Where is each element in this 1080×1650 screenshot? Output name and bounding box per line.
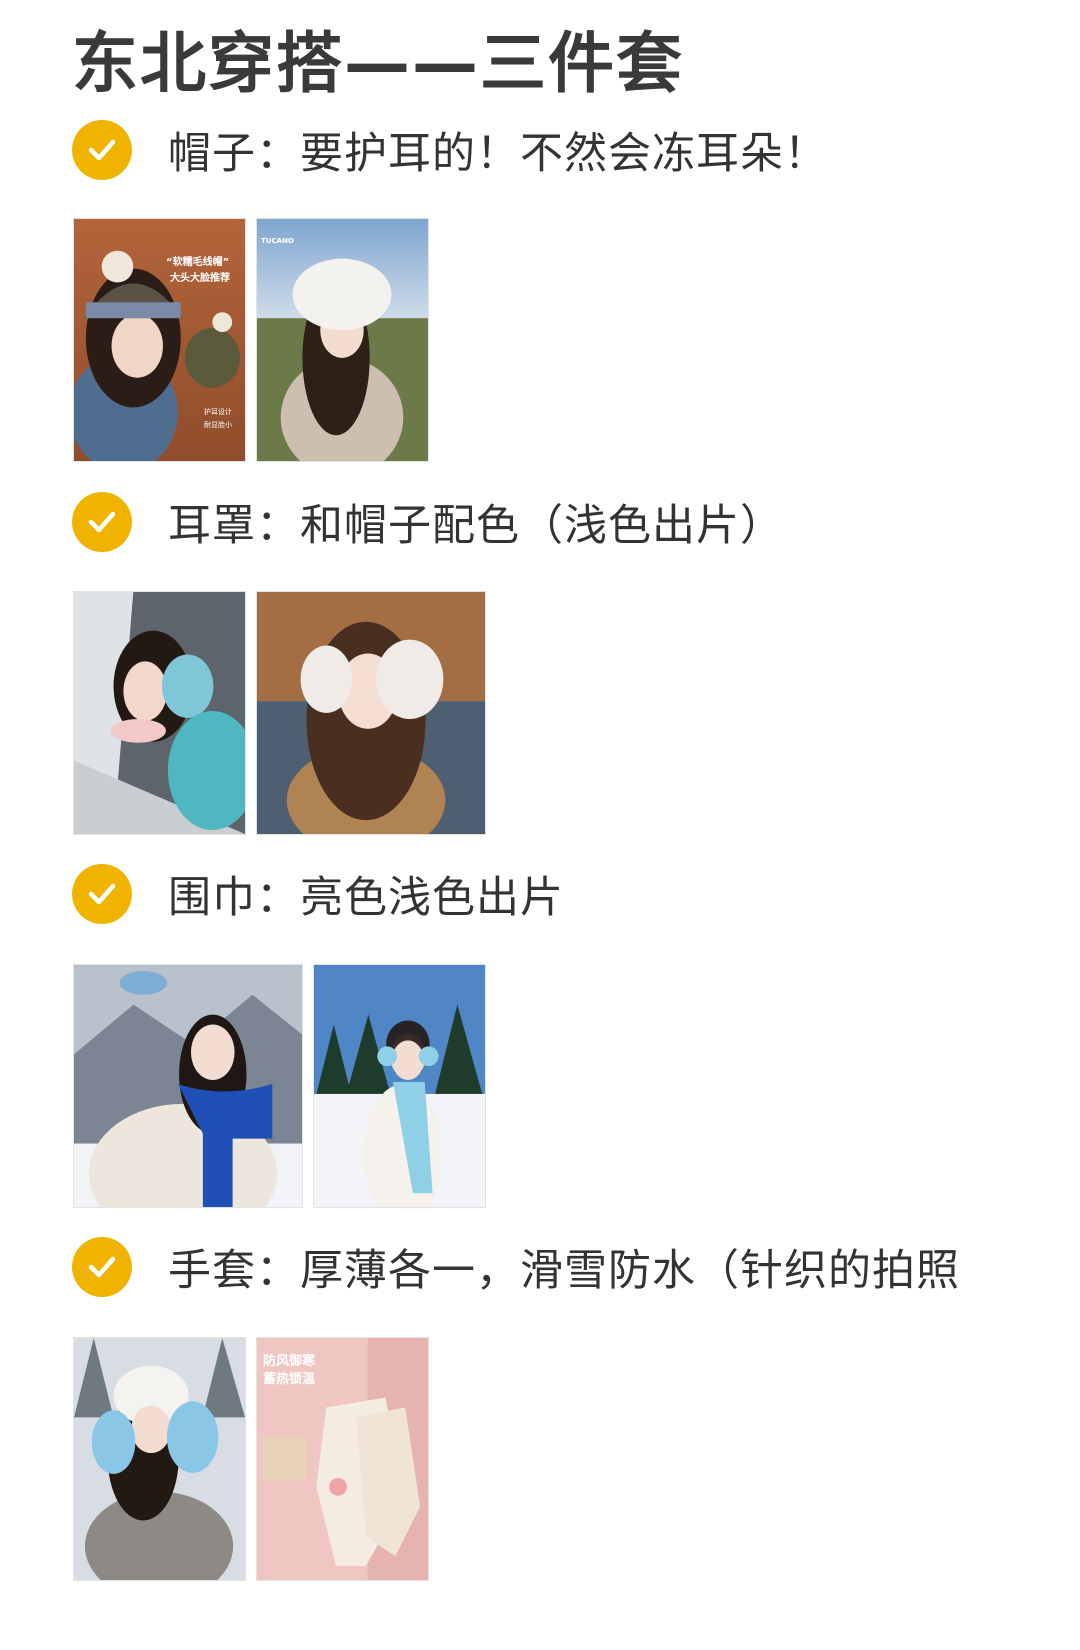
page-title: 东北穿搭——三件套	[72, 25, 684, 102]
photo-knit-gloves	[73, 1337, 246, 1581]
photo-blue-earmuffs	[73, 591, 246, 835]
photo-caption-line1: “软糯毛线帽”	[166, 257, 230, 268]
photo-light-blue-scarf	[313, 964, 486, 1208]
photo-knit-hat: “软糯毛线帽” 大头大脸推荐 护耳设计 耐显脸小	[73, 218, 246, 462]
section-hat-label: 帽子：要护耳的！不然会冻耳朵！	[168, 129, 828, 179]
section-earmuffs-label: 耳罩：和帽子配色（浅色出片）	[168, 501, 784, 551]
photo-caption-line2: 大头大脸推荐	[170, 273, 230, 284]
photo-ad-line2: 蓄热锁温	[263, 1372, 316, 1387]
photo-badge1: 护耳设计	[204, 408, 232, 416]
check-icon	[72, 1237, 132, 1297]
check-icon	[72, 492, 132, 552]
photo-white-earmuffs	[256, 591, 486, 835]
photo-badge2: 耐显脸小	[204, 421, 232, 429]
section-gloves-label: 手套：厚薄各一，滑雪防水（针织的拍照	[168, 1246, 960, 1296]
section-gloves: 手套：厚薄各一，滑雪防水（针织的拍照	[72, 1235, 960, 1299]
section-scarf: 围巾：亮色浅色出片	[72, 862, 564, 926]
section-hat: 帽子：要护耳的！不然会冻耳朵！	[72, 118, 828, 182]
photo-ad-line1: 防风御寒	[263, 1354, 316, 1369]
photo-ski-gloves: 防风御寒 蓄热锁温	[256, 1337, 429, 1581]
check-icon	[72, 864, 132, 924]
photo-fur-hat: TUCANO	[256, 218, 429, 462]
section-earmuffs: 耳罩：和帽子配色（浅色出片）	[72, 490, 784, 554]
photo-blue-scarf	[73, 964, 303, 1208]
section-scarf-label: 围巾：亮色浅色出片	[168, 873, 564, 923]
check-icon	[72, 120, 132, 180]
photo-brand: TUCANO	[261, 237, 294, 245]
